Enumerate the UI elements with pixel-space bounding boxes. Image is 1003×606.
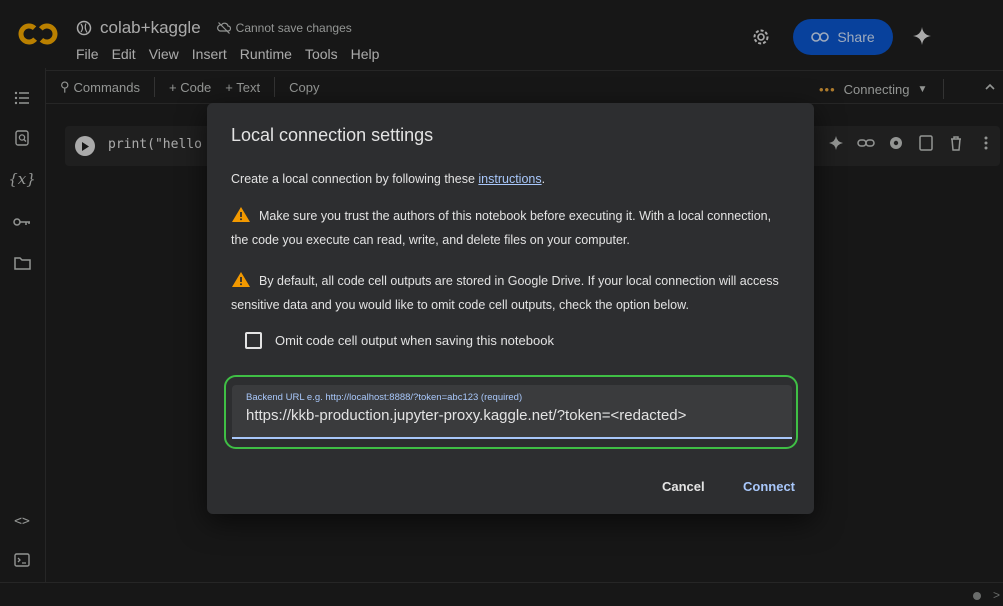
dialog-title: Local connection settings bbox=[231, 125, 434, 145]
omit-output-option[interactable]: Omit code cell output when saving this n… bbox=[245, 332, 554, 349]
dialog-intro: Create a local connection by following t… bbox=[231, 167, 791, 191]
cancel-button[interactable]: Cancel bbox=[662, 479, 705, 494]
backend-url-input[interactable]: Backend URL e.g. http://localhost:8888/?… bbox=[232, 385, 792, 439]
warning-icon bbox=[232, 207, 250, 222]
intro-text: Create a local connection by following t… bbox=[231, 172, 475, 186]
backend-url-value[interactable]: https://kkb-production.jupyter-proxy.kag… bbox=[246, 407, 686, 424]
url-field-highlight: Backend URL e.g. http://localhost:8888/?… bbox=[224, 375, 798, 449]
warning-text-2: By default, all code cell outputs are st… bbox=[231, 274, 779, 312]
local-connection-dialog: Local connection settings Create a local… bbox=[207, 103, 814, 514]
intro-end: . bbox=[541, 172, 546, 186]
warning-paragraph-1: Make sure you trust the authors of this … bbox=[231, 204, 791, 252]
warning-text-1: Make sure you trust the authors of this … bbox=[231, 209, 772, 247]
checkbox-label: Omit code cell output when saving this n… bbox=[275, 333, 554, 348]
instructions-link[interactable]: instructions bbox=[478, 172, 541, 186]
omit-output-checkbox[interactable] bbox=[245, 332, 262, 349]
connect-button[interactable]: Connect bbox=[743, 479, 795, 494]
warning-icon bbox=[232, 272, 250, 287]
backend-url-label: Backend URL e.g. http://localhost:8888/?… bbox=[246, 392, 523, 403]
warning-paragraph-2: By default, all code cell outputs are st… bbox=[231, 269, 791, 317]
